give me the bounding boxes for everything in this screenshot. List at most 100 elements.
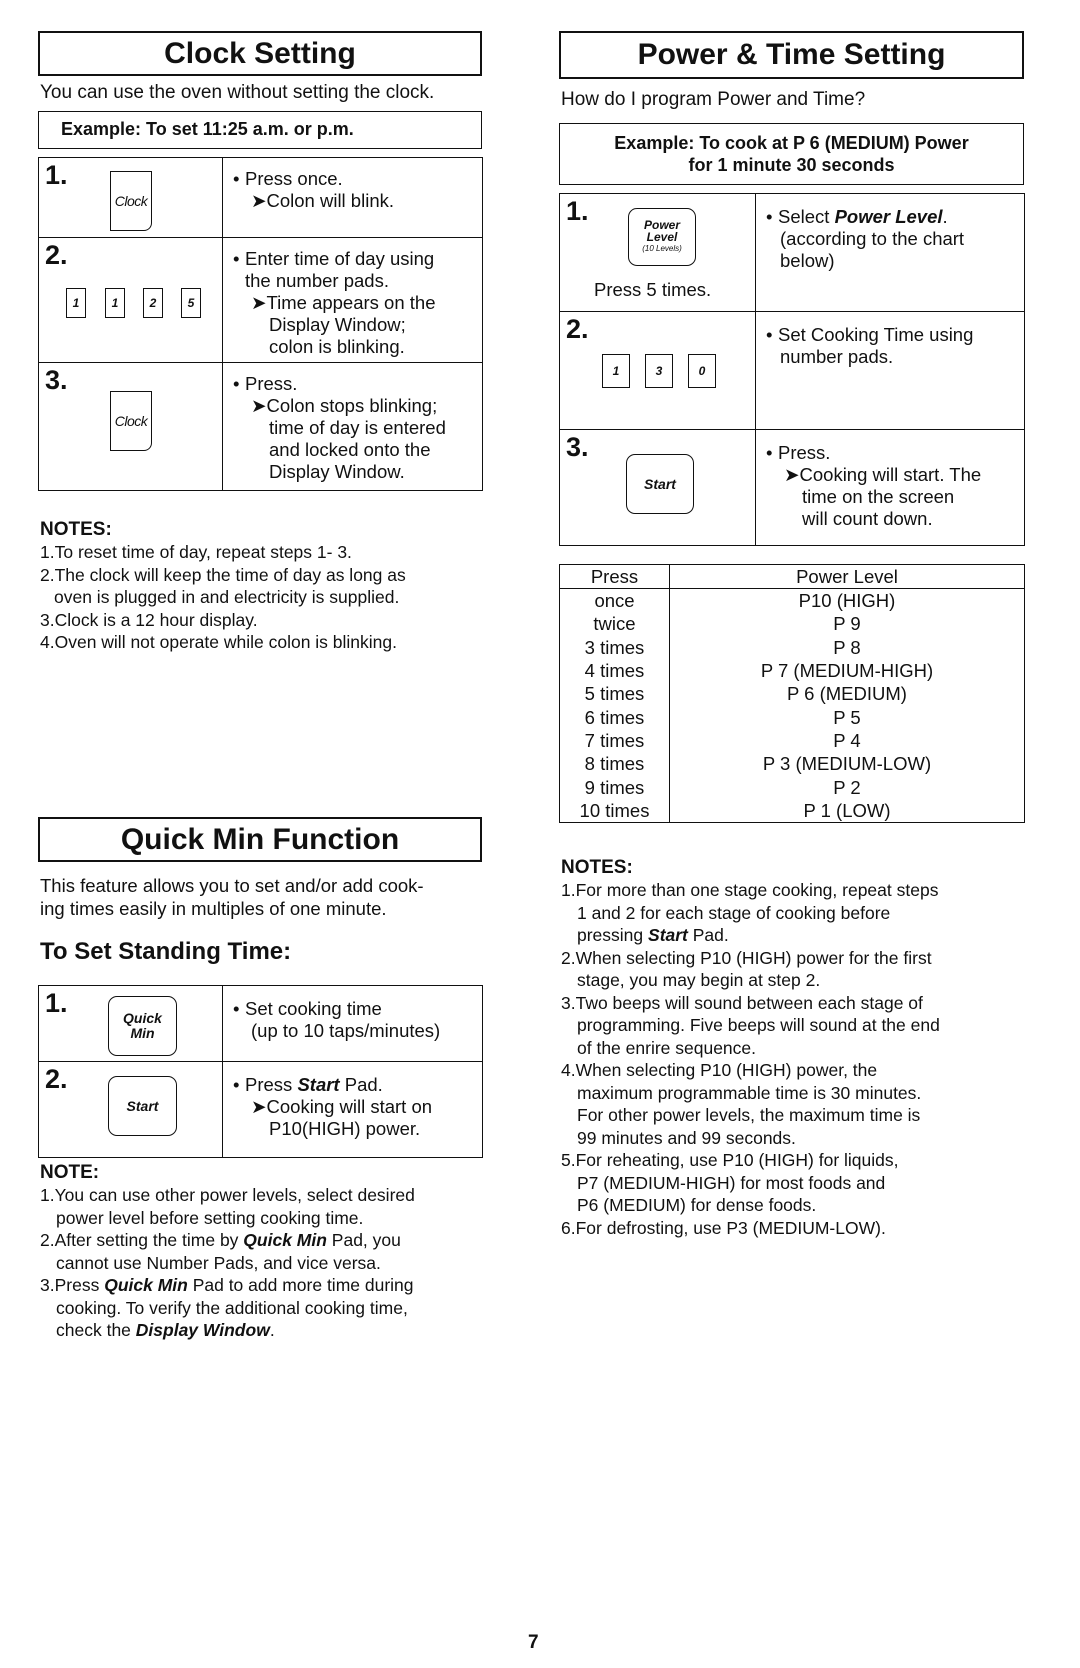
clock-step-3-key-cell: 3. Clock xyxy=(38,362,223,491)
clock-step-2-desc: • Enter time of day using the number pads… xyxy=(222,237,483,363)
press-count-cell: once xyxy=(559,588,670,613)
clock-steps-table: 1. Clock • Press once. ➤Colon will blink.… xyxy=(38,157,483,491)
power-step-1-key-cell: 1. Power Level (10 Levels) Press 5 times… xyxy=(559,193,756,312)
desc-line: Display Window. xyxy=(269,461,405,482)
quick-min-note-1-cont: power level before setting cooking time. xyxy=(56,1207,364,1228)
clock-setting-intro: You can use the oven without setting the… xyxy=(40,82,435,103)
clock-key-label: Clock xyxy=(114,193,148,209)
power-table-row: 9 times P 2 xyxy=(559,775,1025,799)
power-note-4-cont: maximum programmable time is 30 minutes. xyxy=(577,1082,922,1103)
power-level-cell: P10 (HIGH) xyxy=(669,588,1025,613)
power-level-cell: P 3 (MEDIUM-LOW) xyxy=(669,752,1025,776)
desc-line: P10(HIGH) power. xyxy=(269,1118,421,1139)
power-table-row: 4 times P 7 (MEDIUM-HIGH) xyxy=(559,658,1025,683)
quick-min-title: Quick Min Function xyxy=(38,817,482,862)
step-number: 3. xyxy=(45,365,68,395)
step-number: 2. xyxy=(45,1064,68,1094)
desc-line: ➤Time appears on the xyxy=(251,292,436,313)
power-step-1: 1. Power Level (10 Levels) Press 5 times… xyxy=(559,193,1025,312)
power-level-cell: P 8 xyxy=(669,635,1025,659)
power-note-1: 1.For more than one stage cooking, repea… xyxy=(561,880,939,900)
power-note-5: 5.For reheating, use P10 (HIGH) for liqu… xyxy=(561,1150,899,1170)
desc-line: ➤Cooking will start on xyxy=(251,1096,433,1117)
power-table-row: 10 times P 1 (LOW) xyxy=(559,798,1025,823)
step-number: 2. xyxy=(566,314,589,344)
quick-min-steps-table: 1. Quick Min • Set cooking time (up to 10… xyxy=(38,985,483,1158)
power-note-1-cont: pressing Start Pad. xyxy=(577,925,729,945)
clock-step-3-desc: • Press. ➤Colon stops blinking; time of d… xyxy=(222,362,483,491)
number-pad-1-icon: 1 xyxy=(66,288,86,318)
quick-min-intro: This feature allows you to set and/or ad… xyxy=(40,874,424,920)
quick-min-step-2-key-cell: 2. Start xyxy=(38,1061,223,1158)
quick-min-notes: NOTE: 1.You can use other power levels, … xyxy=(40,1162,500,1342)
clock-notes-heading: NOTES: xyxy=(40,519,112,540)
power-note-1-cont: 1 and 2 for each stage of cooking before xyxy=(577,902,891,923)
power-step-2: 2. 1 3 0 • Set Cooking Time using number … xyxy=(559,311,1025,430)
power-note-5-cont: P6 (MEDIUM) for dense foods. xyxy=(577,1195,817,1215)
desc-line: Set cooking time xyxy=(245,998,382,1019)
number-pad-3-icon: 3 xyxy=(645,354,673,388)
start-key-icon: Start xyxy=(626,454,694,514)
quick-min-note-2: 2.After setting the time by Quick Min Pa… xyxy=(40,1230,401,1250)
number-pad-0-icon: 0 xyxy=(688,354,716,388)
clock-note-3: 3.Clock is a 12 hour display. xyxy=(40,609,258,630)
quick-min-note-3-cont: cooking. To verify the additional cookin… xyxy=(56,1297,408,1318)
number-pad-5-icon: 5 xyxy=(181,288,201,318)
press-count-cell: twice xyxy=(559,612,670,636)
desc-line: colon is blinking. xyxy=(269,336,405,357)
page-number: 7 xyxy=(528,1632,539,1653)
desc-line: Display Window; xyxy=(269,314,406,335)
quick-min-step-1-key-cell: 1. Quick Min xyxy=(38,985,223,1062)
standing-time-subheading: To Set Standing Time: xyxy=(40,938,292,965)
quick-min-step-2: 2. Start • Press Start Pad. ➤Cooking will… xyxy=(38,1061,483,1158)
clock-note-4: 4.Oven will not operate while colon is b… xyxy=(40,632,397,652)
power-table-row: 6 times P 5 xyxy=(559,705,1025,729)
step-number: 3. xyxy=(566,432,589,462)
desc-line: Enter time of day using xyxy=(245,248,435,269)
desc-line: time on the screen xyxy=(802,486,955,507)
power-step-2-key-cell: 2. 1 3 0 xyxy=(559,311,756,430)
desc-line: ➤Colon will blink. xyxy=(251,190,394,211)
clock-step-1-desc: • Press once. ➤Colon will blink. xyxy=(222,157,483,238)
clock-step-1: 1. Clock • Press once. ➤Colon will blink. xyxy=(38,157,483,238)
quick-min-key-icon: Quick Min xyxy=(108,996,177,1056)
power-note-2: 2.When selecting P10 (HIGH) power for th… xyxy=(561,947,932,968)
intro-line: This feature allows you to set and/or ad… xyxy=(40,875,424,896)
power-example-box: Example: To cook at P 6 (MEDIUM) Power f… xyxy=(559,123,1024,185)
clock-note-1: 1.To reset time of day, repeat steps 1- … xyxy=(40,542,352,562)
quick-min-note-1: 1.You can use other power levels, select… xyxy=(40,1185,415,1205)
power-level-cell: P 6 (MEDIUM) xyxy=(669,682,1025,706)
number-pad-1-icon: 1 xyxy=(602,354,630,388)
power-note-4-cont: For other power levels, the maximum time… xyxy=(577,1105,921,1125)
start-key-icon: Start xyxy=(108,1076,177,1136)
desc-line: Press. xyxy=(778,442,831,463)
desc-line: number pads. xyxy=(780,346,894,367)
quick-min-step-1: 1. Quick Min • Set cooking time (up to 10… xyxy=(38,985,483,1062)
desc-line: Press. xyxy=(245,373,298,394)
desc-line: below) xyxy=(780,250,835,271)
power-step-1-desc: • Select Power Level. (according to the c… xyxy=(755,193,1025,312)
desc-line: (according to the chart xyxy=(780,228,965,249)
column-header-press: Press xyxy=(559,564,670,589)
step-number: 2. xyxy=(45,240,68,270)
clock-setting-title: Clock Setting xyxy=(38,31,482,76)
desc-line: and locked onto the xyxy=(269,439,431,460)
desc-line: the number pads. xyxy=(245,270,389,291)
power-time-intro: How do I program Power and Time? xyxy=(561,89,866,110)
press-count-cell: 10 times xyxy=(559,798,670,823)
quick-min-step-2-desc: • Press Start Pad. ➤Cooking will start on… xyxy=(222,1061,483,1158)
intro-line: ing times easily in multiples of one min… xyxy=(40,898,387,919)
power-level-cell: P 5 xyxy=(669,705,1025,729)
power-step-3-key-cell: 3. Start xyxy=(559,429,756,546)
power-note-3-cont: of the enrire sequence. xyxy=(577,1037,757,1058)
power-note-6: 6.For defrosting, use P3 (MEDIUM-LOW). xyxy=(561,1217,886,1238)
power-level-cell: P 2 xyxy=(669,775,1025,799)
power-table-row: 5 times P 6 (MEDIUM) xyxy=(559,682,1025,706)
number-pad-2-icon: 2 xyxy=(143,288,163,318)
power-example-line: Example: To cook at P 6 (MEDIUM) Power xyxy=(614,133,969,153)
quick-min-step-1-desc: • Set cooking time (up to 10 taps/minutes… xyxy=(222,985,483,1062)
power-note-5-cont: P7 (MEDIUM-HIGH) for most foods and xyxy=(577,1172,886,1193)
power-table-row: 8 times P 3 (MEDIUM-LOW) xyxy=(559,752,1025,776)
power-level-key-icon: Power Level (10 Levels) xyxy=(628,208,696,266)
power-time-title: Power & Time Setting xyxy=(559,31,1024,79)
